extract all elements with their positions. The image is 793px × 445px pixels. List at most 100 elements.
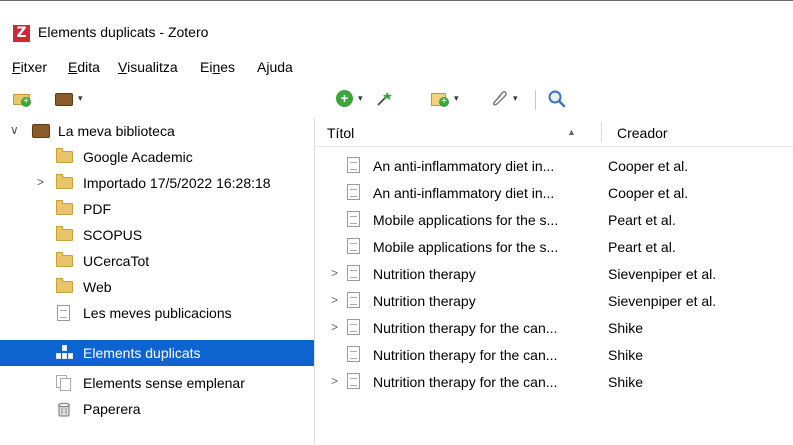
- column-header-title[interactable]: Títol: [327, 125, 354, 141]
- item-creator: Sievenpiper et al.: [608, 293, 717, 309]
- toolbar-separator: [535, 90, 536, 110]
- item-creator: Cooper et al.: [608, 158, 689, 174]
- add-attachment-icon[interactable]: [490, 89, 508, 107]
- library-icon: [32, 124, 50, 138]
- document-icon: [347, 346, 360, 362]
- folder-icon: [56, 174, 73, 189]
- document-icon: [347, 211, 360, 227]
- item-title: An anti-inflammatory diet in...: [373, 185, 555, 201]
- menu-edita[interactable]: Edita: [68, 59, 100, 75]
- item-title: Nutrition therapy: [373, 293, 476, 309]
- tree-item-label: Les meves publicacions: [83, 305, 232, 321]
- tree-item-label: SCOPUS: [83, 227, 143, 243]
- tree-item-scopus[interactable]: SCOPUS: [0, 222, 314, 248]
- folder-icon: [56, 252, 73, 267]
- folder-icon: [56, 226, 73, 241]
- table-row[interactable]: > Nutrition therapy for the can... Shike: [315, 368, 793, 395]
- add-attachment-dropdown-icon[interactable]: ▾: [513, 93, 518, 104]
- document-icon: [347, 319, 360, 335]
- tree-item-google-academic[interactable]: Google Academic: [0, 144, 314, 170]
- new-item-dropdown-icon[interactable]: ▾: [358, 93, 363, 104]
- table-row[interactable]: An anti-inflammatory diet in... Cooper et…: [315, 152, 793, 179]
- table-row[interactable]: Mobile applications for the s... Peart et…: [315, 206, 793, 233]
- table-row[interactable]: Mobile applications for the s... Peart et…: [315, 233, 793, 260]
- table-row[interactable]: > Nutrition therapy Sievenpiper et al.: [315, 287, 793, 314]
- item-title: An anti-inflammatory diet in...: [373, 158, 555, 174]
- menu-bar: Fitxer Edita Visualitza Eines Ajuda: [0, 47, 793, 75]
- menu-fitxer[interactable]: Fitxer: [12, 59, 47, 75]
- item-title: Nutrition therapy: [373, 266, 476, 282]
- tree-item-label: UCercaTot: [83, 253, 150, 269]
- items-table-header: Títol: [315, 118, 793, 147]
- new-item-icon[interactable]: +: [336, 90, 353, 107]
- tree-item-label: PDF: [83, 201, 111, 217]
- tree-item-label: Google Academic: [83, 149, 193, 165]
- window-title: Elements duplicats - Zotero: [38, 24, 209, 40]
- tree-item-pdf[interactable]: PDF: [0, 196, 314, 222]
- tree-item-label: La meva biblioteca: [58, 123, 175, 139]
- tree-item-label: Paperera: [83, 401, 141, 417]
- table-row[interactable]: Nutrition therapy for the can... Shike: [315, 341, 793, 368]
- document-icon: [347, 157, 360, 173]
- search-icon[interactable]: [546, 88, 568, 110]
- column-separator[interactable]: [601, 122, 602, 142]
- folder-icon: [56, 200, 73, 215]
- expand-chevron-icon[interactable]: >: [37, 175, 44, 189]
- tree-item-web[interactable]: Web: [0, 274, 314, 300]
- tree-item-label: Elements sense emplenar: [83, 375, 245, 391]
- item-title: Nutrition therapy for the can...: [373, 320, 558, 336]
- tree-item-ucercatot[interactable]: UCercaTot: [0, 248, 314, 274]
- table-row[interactable]: > Nutrition therapy Sievenpiper et al.: [315, 260, 793, 287]
- new-note-dropdown-icon[interactable]: ▾: [454, 93, 459, 104]
- document-icon: [347, 265, 360, 281]
- title-bar: Z Elements duplicats - Zotero: [0, 0, 793, 48]
- new-library-icon[interactable]: [55, 91, 73, 106]
- menu-ajuda[interactable]: Ajuda: [257, 59, 293, 75]
- tree-item-label: Web: [83, 279, 112, 295]
- item-title: Mobile applications for the s...: [373, 212, 559, 228]
- sort-ascending-icon[interactable]: ▲: [567, 127, 576, 137]
- column-header-creator[interactable]: Creador: [617, 125, 668, 141]
- new-library-dropdown-icon[interactable]: ▾: [78, 93, 83, 104]
- item-creator: Cooper et al.: [608, 185, 689, 201]
- zotero-logo-icon: Z: [13, 25, 30, 42]
- add-by-identifier-icon[interactable]: [375, 90, 393, 108]
- new-note-icon[interactable]: +: [431, 91, 449, 107]
- expand-chevron-icon[interactable]: >: [331, 320, 338, 334]
- expand-chevron-icon[interactable]: >: [331, 266, 338, 280]
- table-row[interactable]: An anti-inflammatory diet in... Cooper et…: [315, 179, 793, 206]
- item-creator: Peart et al.: [608, 239, 676, 255]
- folder-icon: [56, 278, 73, 293]
- item-creator: Shike: [608, 374, 644, 390]
- folder-icon: [56, 148, 73, 163]
- tree-item-trash[interactable]: Paperera: [0, 396, 314, 422]
- item-title: Nutrition therapy for the can...: [373, 374, 558, 390]
- tree-item-label: Importado 17/5/2022 16:28:18: [83, 175, 271, 191]
- tree-item-unfiled-items[interactable]: Elements sense emplenar: [0, 370, 314, 396]
- tree-item-importado[interactable]: > Importado 17/5/2022 16:28:18: [0, 170, 314, 196]
- duplicates-icon: [56, 345, 74, 361]
- tree-item-label: Elements duplicats: [83, 345, 201, 361]
- tree-item-duplicate-items[interactable]: Elements duplicats: [0, 340, 314, 366]
- document-icon: [347, 292, 360, 308]
- toolbar: + ▾ + ▾ + ▾ ▾: [0, 79, 793, 115]
- tree-item-my-publications[interactable]: Les meves publicacions: [0, 300, 314, 326]
- document-icon: [347, 373, 360, 389]
- document-icon: [57, 305, 70, 321]
- menu-eines[interactable]: Eines: [200, 59, 235, 75]
- item-creator: Peart et al.: [608, 212, 676, 228]
- tree-item-my-library[interactable]: ∨ La meva biblioteca: [0, 118, 314, 144]
- document-icon: [347, 184, 360, 200]
- expand-chevron-icon[interactable]: >: [331, 293, 338, 307]
- table-row[interactable]: > Nutrition therapy for the can... Shike: [315, 314, 793, 341]
- collections-pane: ∨ La meva biblioteca Google Academic > I…: [0, 118, 314, 445]
- expand-chevron-icon[interactable]: >: [331, 374, 338, 388]
- unfiled-icon: [56, 375, 72, 391]
- item-creator: Shike: [608, 347, 644, 363]
- menu-visualitza[interactable]: Visualitza: [118, 59, 178, 75]
- item-creator: Shike: [608, 320, 644, 336]
- item-creator: Sievenpiper et al.: [608, 266, 717, 282]
- collapse-chevron-icon[interactable]: ∨: [10, 123, 19, 137]
- new-collection-icon[interactable]: +: [13, 91, 31, 107]
- document-icon: [347, 238, 360, 254]
